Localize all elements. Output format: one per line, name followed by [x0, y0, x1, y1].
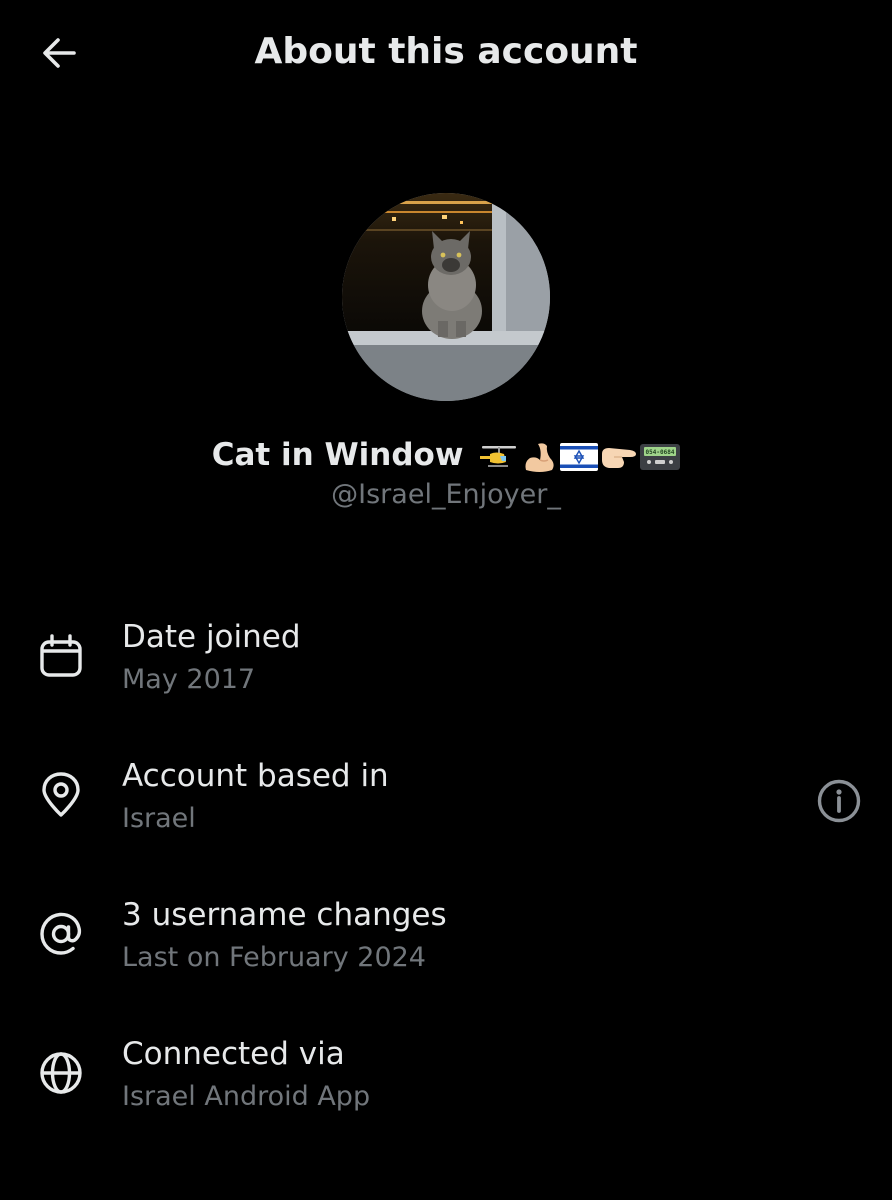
detail-row-account-based-in: Account based in Israel: [0, 754, 892, 864]
detail-row-username-changes: 3 username changes Last on February 2024: [0, 893, 892, 1003]
israel-flag-emoji: [560, 442, 599, 471]
detail-label: Date joined: [122, 619, 301, 655]
top-bar: About this account: [0, 0, 892, 105]
info-icon[interactable]: [816, 778, 862, 824]
display-name-emoji: 054-0684: [480, 440, 681, 474]
username-handle: @Israel_Enjoyer_: [331, 479, 561, 510]
detail-row-date-joined: Date joined May 2017: [0, 615, 892, 725]
helicopter-emoji: [480, 445, 517, 467]
detail-row-connected-via: Connected via Israel Android App: [0, 1032, 892, 1142]
detail-value: Last on February 2024: [122, 942, 426, 973]
globe-icon: [40, 1052, 82, 1094]
avatar[interactable]: [342, 193, 550, 401]
display-name-text: Cat in Window: [211, 437, 464, 473]
detail-label: Account based in: [122, 758, 389, 794]
location-pin-icon: [42, 772, 80, 817]
pointing-hand-emoji: [602, 447, 637, 468]
detail-value: Israel Android App: [122, 1081, 371, 1112]
at-sign-icon: [40, 912, 82, 955]
flexed-biceps-emoji: [525, 442, 554, 472]
detail-label: 3 username changes: [122, 897, 447, 933]
page-title: About this account: [254, 31, 638, 72]
pager-emoji: 054-0684: [640, 443, 681, 470]
display-name: Cat in Window 054-0684: [0, 433, 892, 477]
avatar-image: [342, 193, 550, 401]
pager-display-text: 054-0684: [646, 449, 675, 456]
detail-value: Israel: [122, 803, 196, 834]
detail-label: Connected via: [122, 1036, 345, 1072]
calendar-icon: [40, 634, 82, 677]
detail-value: May 2017: [122, 664, 256, 695]
